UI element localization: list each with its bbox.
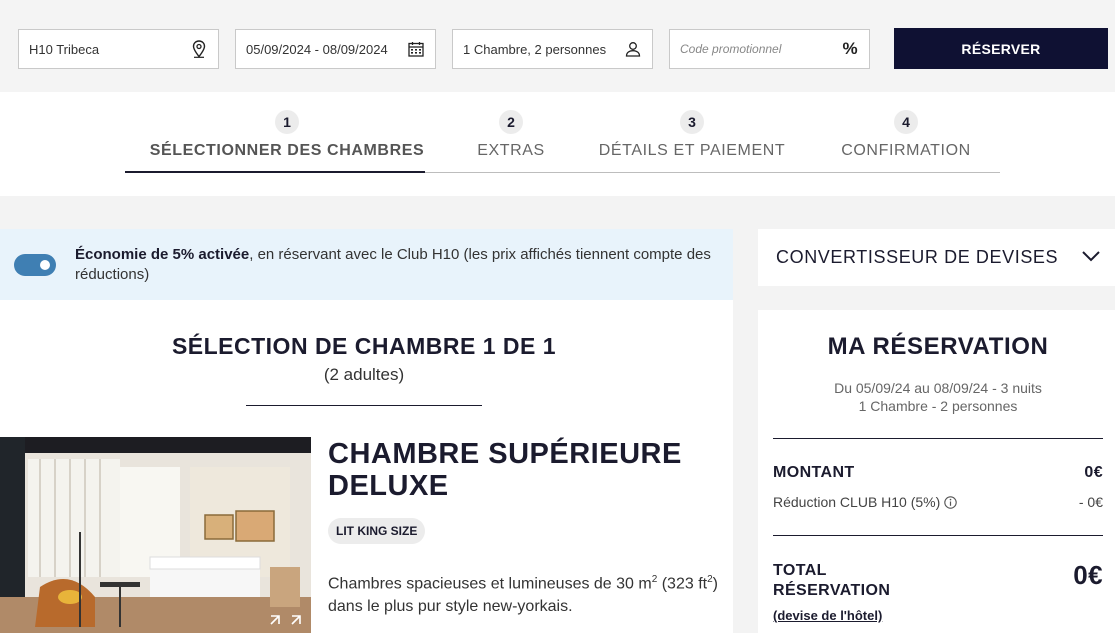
chevron-down-icon: [1081, 247, 1101, 268]
stepper-progress-line: [125, 171, 1000, 173]
step-number: 2: [499, 110, 523, 134]
step-label: SÉLECTIONNER DES CHAMBRES: [149, 142, 425, 159]
booking-room-count: 1 Chambre - 2 personnes: [858, 398, 1018, 414]
club-discount-bold: Économie de 5% activée: [75, 245, 250, 263]
step-label: CONFIRMATION: [841, 142, 971, 159]
club-discount-text: Économie de 5% activée, en réservant ave…: [75, 245, 733, 285]
room-selection-subtitle: (2 adultes): [323, 365, 405, 384]
discount-row: Réduction CLUB H10 (5%) - 0€: [773, 494, 1103, 510]
guests-field[interactable]: 1 Chambre, 2 personnes: [452, 29, 653, 69]
room-desc-part: Chambres spacieuses et lumineuses de 30 …: [328, 575, 652, 593]
hotel-value: H10 Tribeca: [29, 41, 100, 57]
total-label-line1: TOTAL: [773, 562, 827, 579]
dates-field[interactable]: 05/09/2024 - 08/09/2024: [235, 29, 436, 69]
step-confirmation[interactable]: 4 CONFIRMATION: [826, 110, 986, 160]
person-icon: [624, 40, 642, 58]
club-discount-banner: Économie de 5% activée, en réservant ave…: [0, 229, 733, 300]
discount-label: Réduction CLUB H10 (5%): [773, 494, 941, 510]
hotel-field[interactable]: H10 Tribeca: [18, 29, 219, 69]
step-number: 3: [680, 110, 704, 134]
total-value: 0€: [1073, 560, 1103, 590]
room-description: Chambres spacieuses et lumineuses de 30 …: [328, 568, 733, 618]
currency-converter-toggle[interactable]: CONVERTISSEUR DE DEVISES: [758, 229, 1115, 286]
step-label: DÉTAILS ET PAIEMENT: [598, 142, 786, 159]
percent-icon: %: [842, 39, 858, 58]
booking-title: MA RÉSERVATION: [827, 333, 1049, 360]
total-row: TOTAL RÉSERVATION 0€: [773, 561, 1103, 601]
step-extras[interactable]: 2 EXTRAS: [460, 110, 562, 160]
hotel-currency-link[interactable]: (devise de l'hôtel): [773, 608, 882, 623]
toggle-knob: [40, 259, 50, 270]
calendar-icon: [407, 40, 425, 58]
room-name: CHAMBRE SUPÉRIEURE DELUXE: [328, 438, 682, 502]
location-pin-icon: [190, 40, 208, 58]
info-icon[interactable]: [944, 495, 958, 509]
amount-label: MONTANT: [773, 464, 855, 481]
total-label: TOTAL RÉSERVATION: [773, 561, 890, 601]
promo-placeholder: Code promotionnel: [680, 42, 782, 56]
booking-date-range: Du 05/09/24 au 08/09/24 - 3 nuits: [834, 380, 1042, 396]
step-number: 1: [275, 110, 299, 134]
bed-type-badge: LIT KING SIZE: [328, 518, 426, 544]
divider: [246, 405, 482, 406]
dates-value: 05/09/2024 - 08/09/2024: [246, 41, 388, 57]
step-details-payment[interactable]: 3 DÉTAILS ET PAIEMENT: [586, 110, 798, 160]
stepper-active-segment: [125, 171, 425, 173]
guests-value: 1 Chambre, 2 personnes: [463, 41, 607, 57]
room-photo[interactable]: [0, 437, 311, 633]
step-label: EXTRAS: [477, 142, 545, 159]
expand-icon[interactable]: [270, 611, 302, 628]
step-number: 4: [894, 110, 918, 134]
booking-dates: Du 05/09/24 au 08/09/24 - 3 nuits 1 Cham…: [758, 379, 1115, 415]
reserve-button[interactable]: RÉSERVER: [894, 28, 1108, 69]
total-label-line2: RÉSERVATION: [773, 582, 891, 599]
divider: [773, 438, 1103, 439]
room-selection-title: SÉLECTION DE CHAMBRE 1 DE 1: [171, 333, 557, 359]
promo-code-input[interactable]: Code promotionnel %: [669, 29, 870, 69]
discount-label-wrap: Réduction CLUB H10 (5%): [773, 494, 958, 510]
amount-value: 0€: [1084, 464, 1103, 481]
divider: [773, 535, 1103, 536]
currency-converter-label: CONVERTISSEUR DE DEVISES: [776, 247, 1059, 267]
step-select-rooms[interactable]: 1 SÉLECTIONNER DES CHAMBRES: [143, 110, 431, 160]
discount-value: - 0€: [1078, 494, 1103, 510]
club-discount-toggle[interactable]: [14, 253, 56, 276]
room-desc-part: (323 ft: [657, 575, 708, 593]
amount-row: MONTANT 0€: [773, 464, 1103, 482]
